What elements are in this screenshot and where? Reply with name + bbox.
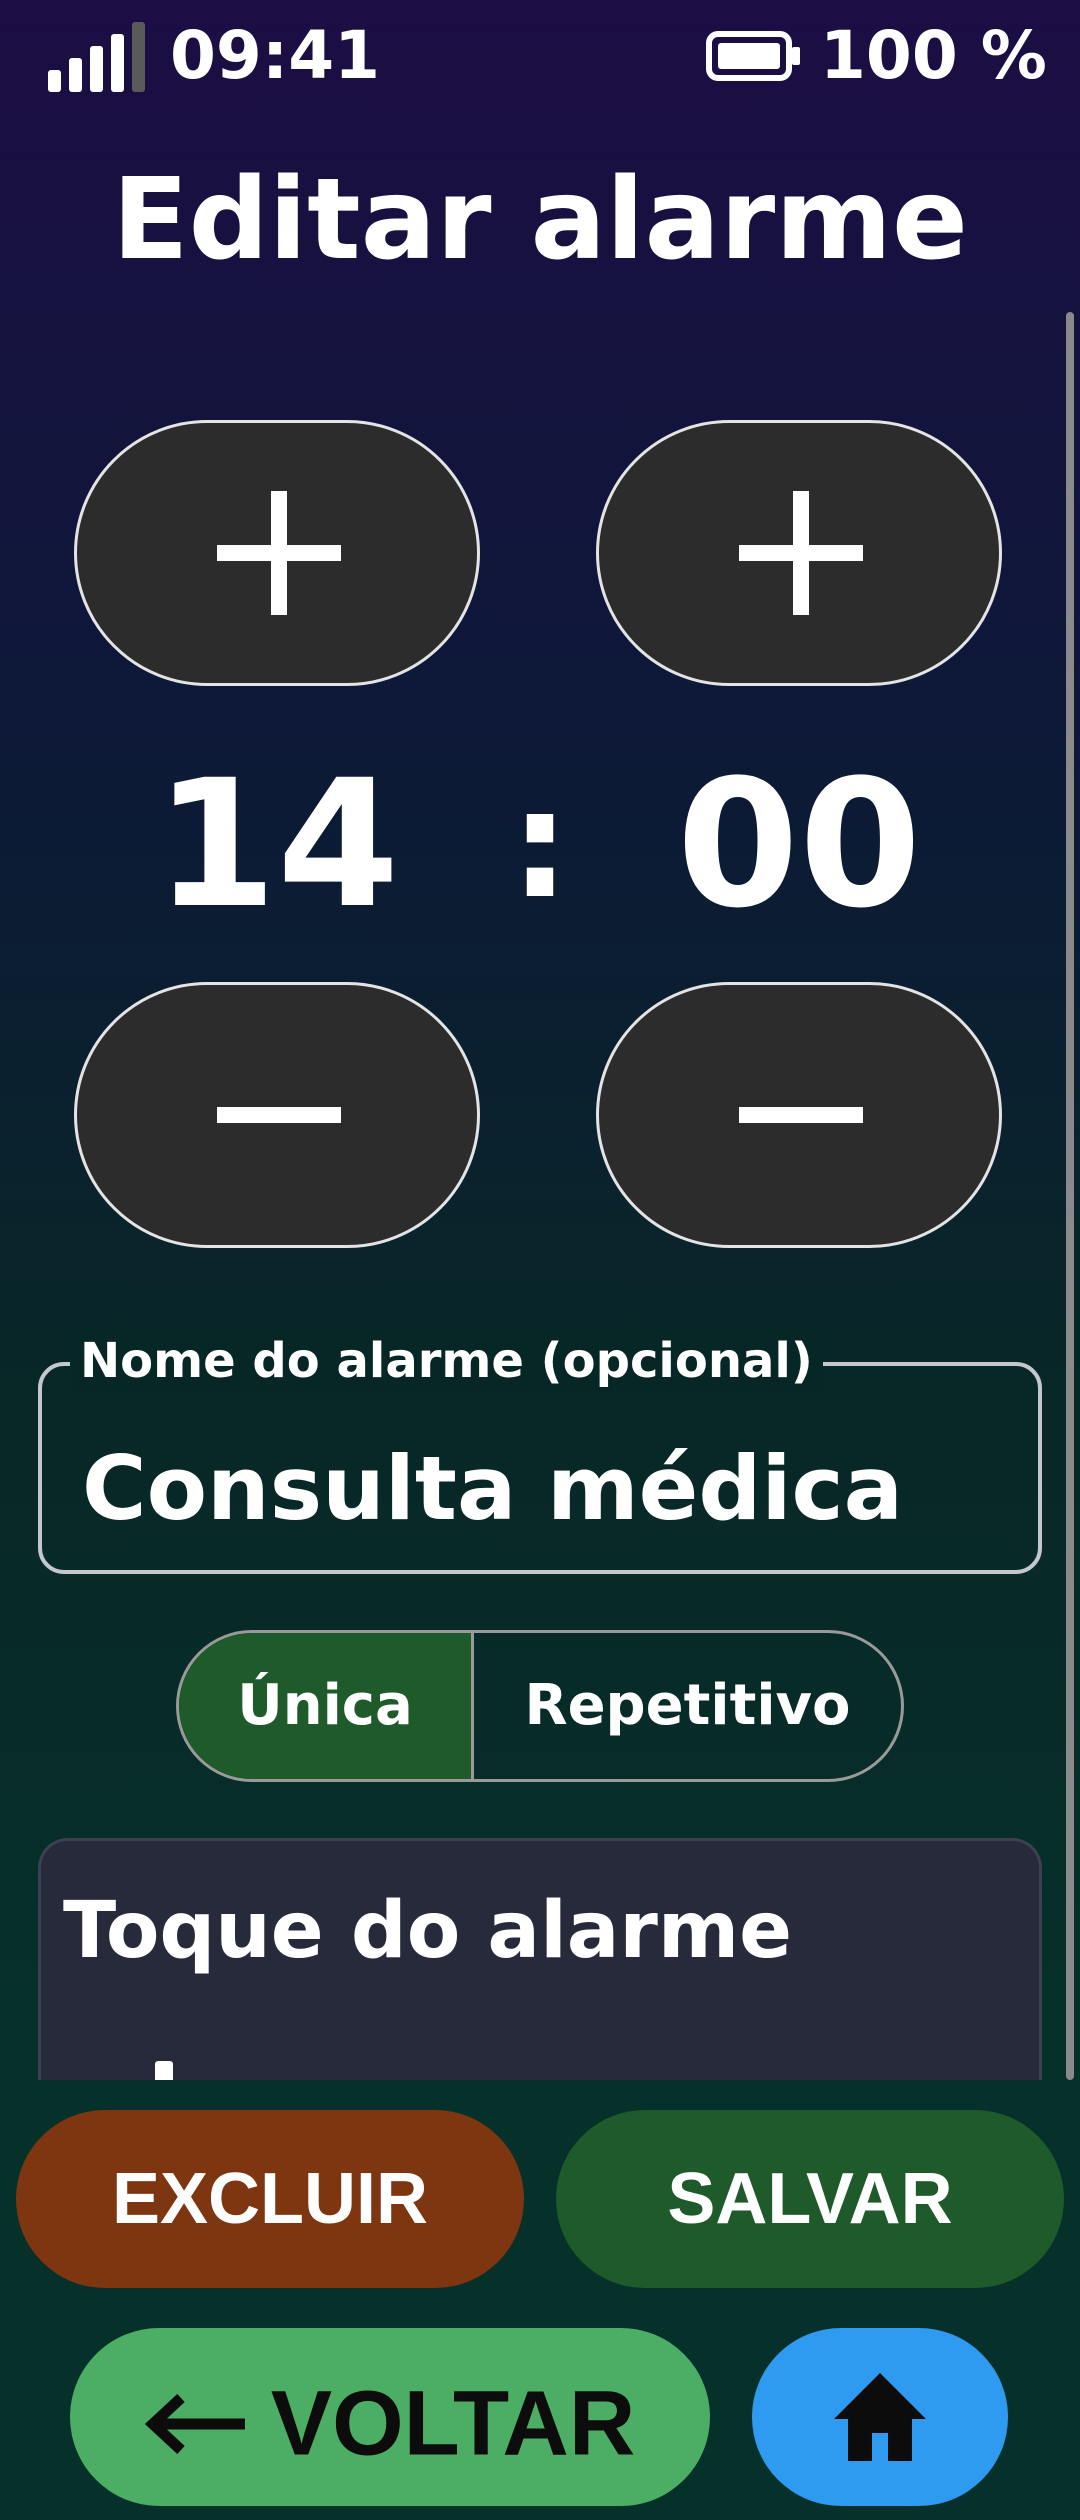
save-button[interactable]: SALVAR [556, 2110, 1064, 2288]
alarm-name-value[interactable]: Consulta médica [82, 1434, 903, 1544]
ringtone-content-peek [155, 2061, 173, 2080]
minus-icon [217, 1107, 341, 1123]
minute-increment-button[interactable] [596, 420, 1002, 686]
hour-increment-button[interactable] [74, 420, 480, 686]
back-button-label: VOLTAR [270, 2372, 636, 2475]
plus-icon [739, 491, 863, 615]
recurrence-option-repetitivo[interactable]: Repetitivo [474, 1633, 901, 1779]
time-separator: : [510, 758, 570, 932]
back-button[interactable]: VOLTAR [70, 2328, 710, 2506]
hour-value: 14 [154, 742, 400, 947]
alarm-name-field[interactable]: Nome do alarme (opcional) Consulta médic… [38, 1328, 1042, 1574]
minus-icon [739, 1107, 863, 1123]
status-time: 09:41 [170, 17, 381, 94]
delete-button[interactable]: EXCLUIR [16, 2110, 524, 2288]
hour-decrement-button[interactable] [74, 982, 480, 1248]
status-bar: 09:41 100 % [0, 0, 1080, 110]
page-title: Editar alarme [112, 155, 968, 285]
alarm-name-label: Nome do alarme (opcional) [70, 1328, 823, 1394]
ringtone-card[interactable]: Toque do alarme [38, 1838, 1042, 2080]
signal-icon [48, 20, 148, 92]
battery-icon [706, 31, 800, 81]
ringtone-title: Toque do alarme [63, 1886, 793, 1976]
home-icon [834, 2373, 926, 2461]
scrollbar[interactable] [1066, 312, 1074, 2080]
recurrence-toggle[interactable]: Única Repetitivo [176, 1630, 904, 1782]
arrow-left-icon [144, 2393, 245, 2454]
recurrence-option-unica[interactable]: Única [179, 1633, 474, 1779]
minute-decrement-button[interactable] [596, 982, 1002, 1248]
home-button[interactable] [752, 2328, 1008, 2506]
battery-percent: 100 % [820, 17, 1047, 94]
minute-value: 00 [676, 742, 922, 947]
plus-icon [217, 491, 341, 615]
